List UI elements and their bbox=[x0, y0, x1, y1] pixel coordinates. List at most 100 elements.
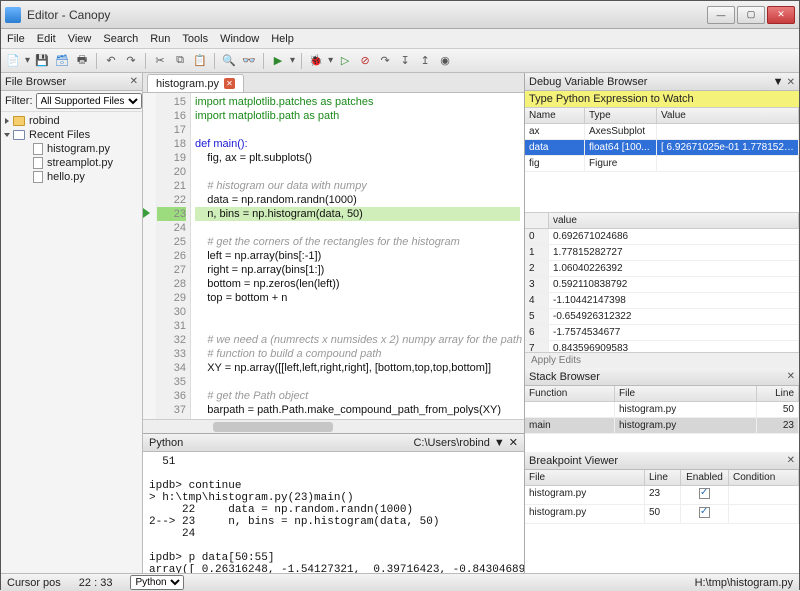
paste-icon[interactable]: 📋 bbox=[192, 53, 208, 69]
bpv-col-enabled[interactable]: Enabled bbox=[681, 470, 729, 485]
debug-icon[interactable]: 🐞 bbox=[308, 53, 324, 69]
apply-edits-button[interactable]: Apply Edits bbox=[525, 352, 799, 368]
value-row[interactable]: 6-1.7574534677 bbox=[525, 325, 799, 341]
new-file-icon[interactable]: 📄 bbox=[5, 53, 21, 69]
continue-icon[interactable]: ▷ bbox=[337, 53, 353, 69]
bpv-col-condition[interactable]: Condition bbox=[729, 470, 799, 485]
value-row[interactable]: 00.692671024686 bbox=[525, 229, 799, 245]
print-icon[interactable]: 🖶 bbox=[74, 53, 90, 69]
stack-col-file[interactable]: File bbox=[615, 386, 757, 401]
menu-edit[interactable]: Edit bbox=[37, 33, 56, 45]
binoculars-icon[interactable]: 👓 bbox=[241, 53, 257, 69]
code-editor[interactable]: 1516171819202122232425262728293031323334… bbox=[143, 93, 524, 419]
stack-close-icon[interactable]: ✕ bbox=[787, 371, 795, 382]
file-icon bbox=[33, 143, 43, 155]
tree-file[interactable]: streamplot.py bbox=[5, 156, 138, 170]
value-row[interactable]: 5-0.654926312322 bbox=[525, 309, 799, 325]
tab-close-icon[interactable]: ✕ bbox=[224, 78, 235, 89]
menu-help[interactable]: Help bbox=[271, 33, 294, 45]
breakpoint-toggle-icon[interactable]: ◉ bbox=[437, 53, 453, 69]
redo-icon[interactable]: ↷ bbox=[123, 53, 139, 69]
tree-root-label: robind bbox=[29, 115, 60, 127]
col-type[interactable]: Type bbox=[585, 108, 657, 123]
breakpoint-viewer-title: Breakpoint Viewer bbox=[529, 455, 618, 467]
stack-col-function[interactable]: Function bbox=[525, 386, 615, 401]
step-into-icon[interactable]: ↧ bbox=[397, 53, 413, 69]
tree-recent[interactable]: Recent Files bbox=[5, 128, 138, 142]
python-panel-title: Python bbox=[149, 437, 183, 449]
bpv-close-icon[interactable]: ✕ bbox=[787, 455, 795, 466]
breakpoint-row[interactable]: histogram.py23 bbox=[525, 486, 799, 505]
chevron-down-icon[interactable]: ▼ bbox=[773, 76, 784, 88]
step-over-icon[interactable]: ↷ bbox=[377, 53, 393, 69]
status-path: H:\tmp\histogram.py bbox=[695, 577, 793, 589]
value-row[interactable]: 4-1.10442147398 bbox=[525, 293, 799, 309]
chevron-down-icon[interactable]: ▼ bbox=[494, 437, 505, 449]
save-all-icon[interactable]: 🗃 bbox=[54, 53, 70, 69]
value-value-col[interactable]: value bbox=[549, 213, 799, 228]
save-icon[interactable]: 💾 bbox=[34, 53, 50, 69]
breakpoint-row[interactable]: histogram.py50 bbox=[525, 505, 799, 524]
minimize-button[interactable]: — bbox=[707, 6, 735, 24]
horizontal-scrollbar[interactable] bbox=[143, 419, 524, 433]
watch-expression-input[interactable]: Type Python Expression to Watch bbox=[525, 91, 799, 108]
filter-select[interactable]: All Supported Files bbox=[36, 93, 142, 109]
menu-view[interactable]: View bbox=[68, 33, 92, 45]
cursor-label: Cursor pos bbox=[7, 577, 61, 589]
value-grid[interactable]: value 00.69267102468611.7781528272721.06… bbox=[525, 212, 799, 352]
dvb-close-icon[interactable]: ✕ bbox=[787, 77, 795, 88]
file-icon bbox=[33, 157, 43, 169]
dvb-row[interactable]: axAxesSubplot bbox=[525, 124, 799, 140]
copy-icon[interactable]: ⧉ bbox=[172, 53, 188, 69]
python-console[interactable]: 51 ipdb> continue > h:\tmp\histogram.py(… bbox=[143, 452, 524, 573]
maximize-button[interactable]: ▢ bbox=[737, 6, 765, 24]
menu-tools[interactable]: Tools bbox=[182, 33, 208, 45]
python-cwd: C:\Users\robind bbox=[413, 437, 489, 449]
tree-file[interactable]: hello.py bbox=[5, 170, 138, 184]
stack-row[interactable]: histogram.py50 bbox=[525, 402, 799, 418]
value-row[interactable]: 21.06040226392 bbox=[525, 261, 799, 277]
checkbox-icon[interactable] bbox=[699, 488, 710, 499]
language-select[interactable]: Python bbox=[130, 575, 184, 590]
file-browser-panel: File Browser ✕ Filter: All Supported Fil… bbox=[1, 73, 143, 573]
step-out-icon[interactable]: ↥ bbox=[417, 53, 433, 69]
statusbar: Cursor pos 22 : 33 Python H:\tmp\histogr… bbox=[1, 573, 799, 591]
col-value[interactable]: Value bbox=[657, 108, 799, 123]
tab-histogram[interactable]: histogram.py ✕ bbox=[147, 74, 244, 92]
stack-row[interactable]: mainhistogram.py23 bbox=[525, 418, 799, 434]
file-tree[interactable]: robind Recent Files histogram.py streamp… bbox=[1, 112, 142, 186]
tree-file-label: hello.py bbox=[47, 171, 85, 183]
python-panel-close-icon[interactable]: ✕ bbox=[509, 436, 518, 449]
menu-file[interactable]: File bbox=[7, 33, 25, 45]
dvb-row[interactable]: datafloat64 [100...[ 6.92671025e-01 1.77… bbox=[525, 140, 799, 156]
menu-run[interactable]: Run bbox=[150, 33, 170, 45]
dvb-title: Debug Variable Browser bbox=[529, 76, 647, 88]
col-name[interactable]: Name bbox=[525, 108, 585, 123]
folder-icon bbox=[13, 116, 25, 126]
menu-window[interactable]: Window bbox=[220, 33, 259, 45]
tree-root[interactable]: robind bbox=[5, 114, 138, 128]
tree-file[interactable]: histogram.py bbox=[5, 142, 138, 156]
cut-icon[interactable]: ✂ bbox=[152, 53, 168, 69]
run-icon[interactable]: ▶ bbox=[270, 53, 286, 69]
checkbox-icon[interactable] bbox=[699, 507, 710, 518]
value-row[interactable]: 70.843596909583 bbox=[525, 341, 799, 352]
file-icon bbox=[33, 171, 43, 183]
filter-label: Filter: bbox=[5, 95, 33, 107]
value-row[interactable]: 30.592110838792 bbox=[525, 277, 799, 293]
file-browser-close-icon[interactable]: ✕ bbox=[130, 76, 138, 87]
menu-search[interactable]: Search bbox=[103, 33, 138, 45]
editor-tabs: histogram.py ✕ bbox=[143, 73, 524, 93]
menubar: File Edit View Search Run Tools Window H… bbox=[1, 29, 799, 49]
bpv-col-line[interactable]: Line bbox=[645, 470, 681, 485]
expand-icon[interactable] bbox=[4, 133, 10, 137]
dvb-row[interactable]: figFigure bbox=[525, 156, 799, 172]
stack-col-line[interactable]: Line bbox=[757, 386, 799, 401]
close-button[interactable]: ✕ bbox=[767, 6, 795, 24]
undo-icon[interactable]: ↶ bbox=[103, 53, 119, 69]
bpv-col-file[interactable]: File bbox=[525, 470, 645, 485]
value-row[interactable]: 11.77815282727 bbox=[525, 245, 799, 261]
expand-icon[interactable] bbox=[5, 118, 9, 124]
search-icon[interactable]: 🔍 bbox=[221, 53, 237, 69]
stop-icon[interactable]: ⊘ bbox=[357, 53, 373, 69]
